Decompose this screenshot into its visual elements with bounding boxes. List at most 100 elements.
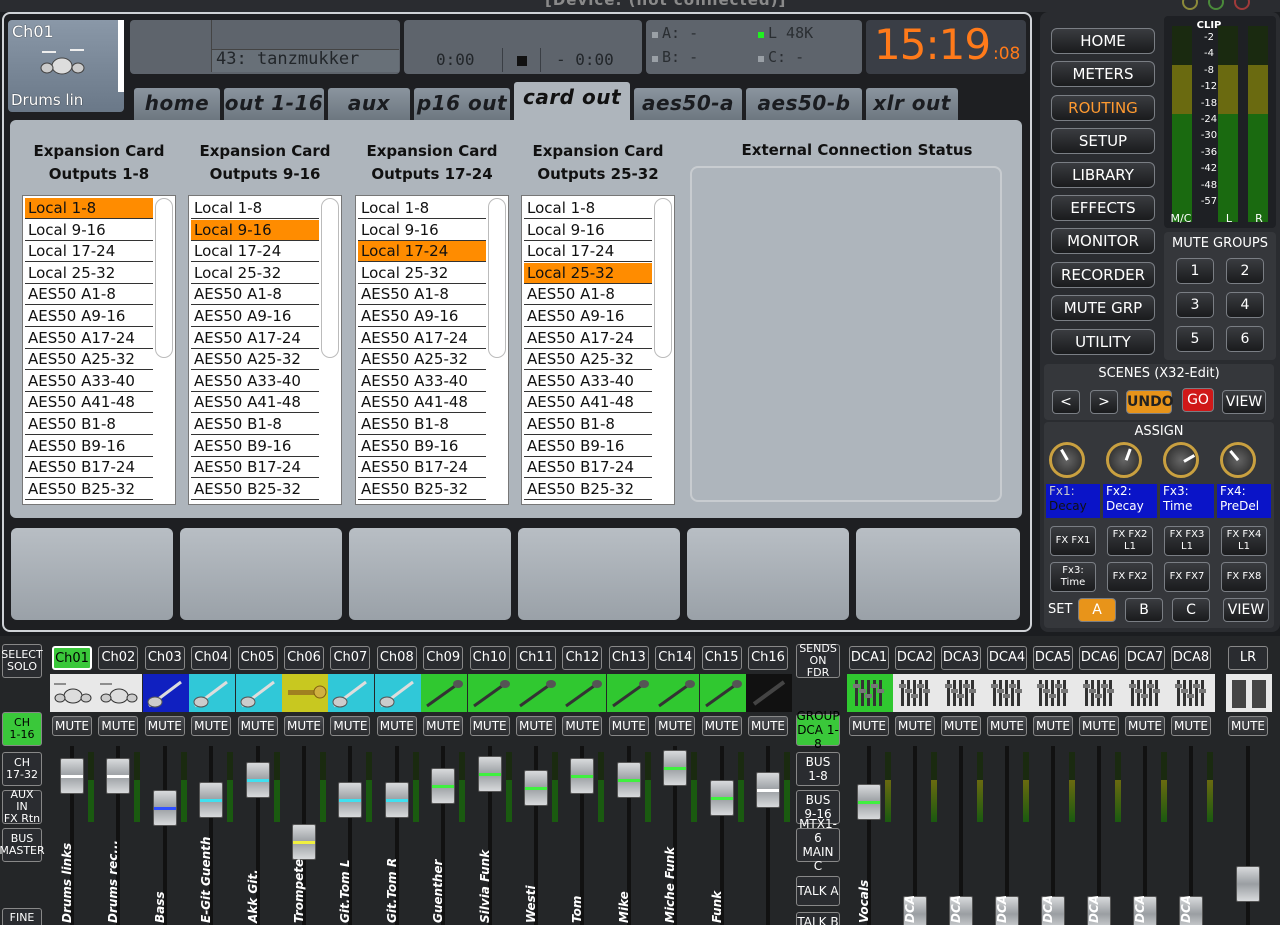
mute-button[interactable]: MUTE bbox=[98, 716, 139, 736]
list-item[interactable]: Local 17-24 bbox=[524, 241, 652, 263]
close-icon[interactable] bbox=[1234, 0, 1250, 10]
fx-knob[interactable] bbox=[1106, 442, 1142, 478]
mute-button[interactable]: MUTE bbox=[941, 716, 981, 736]
tab-xlr-out[interactable]: xlr out bbox=[866, 88, 958, 120]
channel-select-button[interactable]: Ch01 bbox=[52, 646, 92, 670]
list-item[interactable]: AES50 B25-32 bbox=[524, 479, 652, 500]
mute-group-6-button[interactable]: 6 bbox=[1226, 326, 1264, 352]
mute-button[interactable]: MUTE bbox=[849, 716, 889, 736]
list-item[interactable]: AES50 B1-8 bbox=[191, 414, 319, 435]
assign-button[interactable]: FX FX7 bbox=[1164, 562, 1210, 592]
channel-select-button[interactable]: Ch02 bbox=[98, 646, 139, 670]
mute-group-2-button[interactable]: 2 bbox=[1226, 258, 1264, 284]
mute-button[interactable]: MUTE bbox=[516, 716, 556, 736]
list-item[interactable]: Local 17-24 bbox=[25, 241, 153, 263]
channel-fader[interactable] bbox=[524, 770, 548, 806]
mute-button[interactable]: MUTE bbox=[469, 716, 510, 736]
list-item[interactable]: AES50 B17-24 bbox=[191, 457, 319, 479]
list-item[interactable]: AES50 B17-24 bbox=[358, 457, 486, 479]
channel-select-button[interactable]: Ch08 bbox=[376, 646, 417, 670]
channel-display[interactable]: Ch01 Drums lin bbox=[8, 20, 124, 112]
softkey-3[interactable] bbox=[349, 528, 511, 620]
mute-button[interactable]: MUTE bbox=[748, 716, 788, 736]
assign-button[interactable]: FX FX8 bbox=[1221, 562, 1267, 592]
list-item[interactable]: Local 17-24 bbox=[358, 241, 486, 263]
channel-select-button[interactable]: Ch15 bbox=[701, 646, 742, 670]
list-item[interactable]: AES50 A41-48 bbox=[25, 392, 153, 414]
list-item[interactable]: Local 25-32 bbox=[25, 263, 153, 284]
list-item[interactable]: AES50 A9-16 bbox=[524, 306, 652, 327]
dca-select-button[interactable]: DCA4 bbox=[987, 646, 1027, 670]
dca-select-button[interactable]: DCA7 bbox=[1125, 646, 1165, 670]
assign-button[interactable]: FX FX4 L1 bbox=[1221, 526, 1267, 556]
list-item[interactable]: AES50 A1-8 bbox=[358, 284, 486, 306]
nav-library-button[interactable]: LIBRARY bbox=[1051, 161, 1155, 188]
list-item[interactable]: Local 9-16 bbox=[25, 220, 153, 241]
list-item[interactable]: AES50 A41-48 bbox=[358, 392, 486, 414]
dca-select-button[interactable]: DCA2 bbox=[895, 646, 935, 670]
list-item[interactable]: Local 1-8 bbox=[25, 198, 153, 219]
channel-select-button[interactable]: Ch10 bbox=[469, 646, 510, 670]
set-a-button[interactable]: A bbox=[1078, 598, 1116, 622]
ch-1-16-button[interactable]: CH 1-16 bbox=[2, 712, 42, 746]
list-item[interactable]: AES50 B1-8 bbox=[358, 414, 486, 435]
channel-fader[interactable] bbox=[106, 758, 131, 794]
list-item[interactable]: Local 1-8 bbox=[524, 198, 652, 219]
nav-meters-button[interactable]: METERS bbox=[1051, 61, 1155, 88]
aux-fx-button[interactable]: AUX IN FX Rtn bbox=[2, 789, 42, 825]
list-item[interactable]: AES50 A41-48 bbox=[191, 392, 319, 414]
list-item[interactable]: AES50 A1-8 bbox=[191, 284, 319, 306]
dca-select-button[interactable]: DCA8 bbox=[1171, 646, 1211, 670]
channel-select-button[interactable]: Ch06 bbox=[284, 646, 324, 670]
list-item[interactable]: AES50 B9-16 bbox=[191, 436, 319, 457]
tab-card-out[interactable]: card out bbox=[514, 82, 630, 120]
mtx-main-button[interactable]: MTX1-6 MAIN C bbox=[796, 817, 840, 873]
output-source-list-4[interactable]: Local 1-8 Local 9-16 Local 17-24 Local 25-3… bbox=[521, 195, 675, 505]
channel-fader[interactable] bbox=[616, 762, 641, 798]
sends-on-fader-toggle[interactable]: SENDS ON FDR bbox=[796, 643, 840, 679]
list-item[interactable]: AES50 B17-24 bbox=[25, 457, 153, 479]
softkey-5[interactable] bbox=[687, 528, 849, 620]
output-source-list-3[interactable]: Local 1-8 Local 9-16 Local 17-24 Local 25-3… bbox=[355, 195, 509, 505]
talk-b-button[interactable]: TALK B bbox=[796, 912, 840, 925]
mute-button[interactable]: MUTE bbox=[701, 716, 742, 736]
list-item[interactable]: AES50 A25-32 bbox=[358, 349, 486, 371]
list-item[interactable]: AES50 B9-16 bbox=[358, 436, 486, 457]
dca-select-button[interactable]: DCA3 bbox=[941, 646, 981, 670]
scene-prev-button[interactable]: < bbox=[1052, 390, 1080, 414]
nav-routing-button[interactable]: ROUTING bbox=[1051, 94, 1155, 121]
channel-fader[interactable] bbox=[477, 756, 502, 792]
scrollbar[interactable] bbox=[155, 198, 173, 358]
list-item[interactable]: AES50 A33-40 bbox=[191, 371, 319, 392]
mute-button[interactable]: MUTE bbox=[1033, 716, 1073, 736]
mute-button[interactable]: MUTE bbox=[1171, 716, 1211, 736]
channel-fader[interactable] bbox=[756, 772, 780, 808]
list-item[interactable]: Local 1-8 bbox=[191, 198, 319, 219]
list-item[interactable]: AES50 B1-8 bbox=[25, 414, 153, 435]
list-item[interactable]: AES50 A9-16 bbox=[358, 306, 486, 327]
nav-mute-grp-button[interactable]: MUTE GRP bbox=[1051, 295, 1155, 322]
mute-button[interactable]: MUTE bbox=[655, 716, 696, 736]
set-b-button[interactable]: B bbox=[1125, 598, 1163, 622]
tab-out-1-16[interactable]: out 1-16 bbox=[224, 88, 324, 120]
assign-button[interactable]: FX FX3 L1 bbox=[1164, 526, 1210, 556]
mute-button[interactable]: MUTE bbox=[144, 716, 185, 736]
channel-select-button[interactable]: Ch09 bbox=[423, 646, 464, 670]
softkey-6[interactable] bbox=[856, 528, 1020, 620]
mute-button[interactable]: MUTE bbox=[987, 716, 1027, 736]
scene-go-button[interactable]: GO bbox=[1182, 388, 1214, 412]
list-item[interactable]: AES50 A41-48 bbox=[524, 392, 652, 414]
channel-fader[interactable] bbox=[60, 758, 84, 794]
list-item[interactable]: Local 25-32 bbox=[358, 263, 486, 284]
fx-knob[interactable] bbox=[1220, 442, 1256, 478]
scene-view-button[interactable]: VIEW bbox=[1222, 390, 1266, 414]
channel-select-button[interactable]: Ch04 bbox=[191, 646, 232, 670]
mute-button[interactable]: MUTE bbox=[562, 716, 603, 736]
bus-1-8-button[interactable]: BUS 1-8 bbox=[796, 752, 840, 786]
list-item[interactable]: AES50 A9-16 bbox=[25, 306, 153, 327]
list-item[interactable]: AES50 A33-40 bbox=[524, 371, 652, 392]
scrollbar[interactable] bbox=[654, 198, 672, 358]
nav-recorder-button[interactable]: RECORDER bbox=[1051, 261, 1155, 288]
mute-button[interactable]: MUTE bbox=[608, 716, 649, 736]
nav-monitor-button[interactable]: MONITOR bbox=[1051, 228, 1155, 255]
